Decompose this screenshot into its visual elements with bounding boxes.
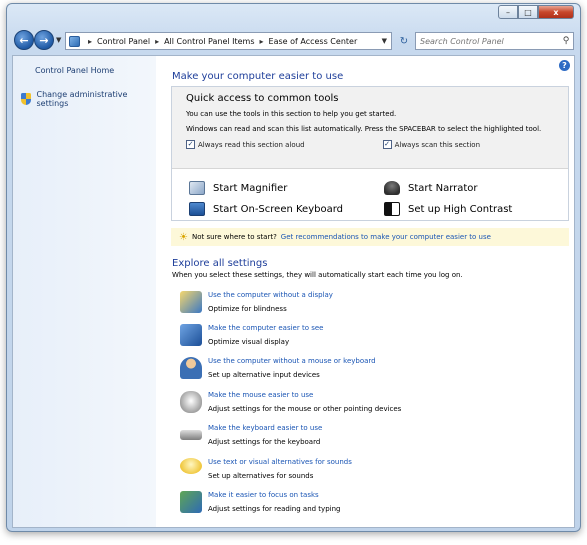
recommendation-bar: ☀ Not sure where to start? Get recommend… [171, 228, 569, 246]
chevron-right-icon[interactable]: ▸ [260, 37, 264, 46]
sidebar-item-admin-settings[interactable]: Change administrative settings [21, 90, 156, 108]
setting-description: Adjust settings for reading and typing [208, 505, 341, 513]
help-icon[interactable]: ? [559, 60, 570, 71]
quick-access-title: Quick access to common tools [186, 93, 339, 104]
breadcrumb-control-panel[interactable]: Control Panel [97, 37, 150, 46]
tool-label: Start Magnifier [213, 182, 288, 194]
chevron-right-icon[interactable]: ▸ [88, 37, 92, 46]
chevron-down-icon[interactable]: ▼ [382, 37, 391, 45]
minimize-button[interactable]: – [498, 5, 518, 19]
setting-link[interactable]: Make the keyboard easier to use [208, 424, 322, 432]
setting-link[interactable]: Make the computer easier to see [208, 324, 323, 332]
checkmark-icon[interactable]: ✓ [186, 140, 195, 149]
search-box[interactable]: ⚲ [415, 32, 574, 50]
back-button[interactable]: ← [14, 30, 34, 50]
setting-description: Adjust settings for the mouse or other p… [208, 405, 402, 413]
setting-description: Set up alternative input devices [208, 371, 320, 379]
lightbulb-icon: ☀ [179, 231, 188, 243]
setting-link[interactable]: Make it easier to focus on tasks [208, 491, 340, 499]
quick-access-panel: Quick access to common tools You can use… [171, 86, 569, 221]
caption-buttons: – □ x [498, 5, 574, 19]
tip-text: Not sure where to start? [191, 233, 277, 241]
setting-link[interactable]: Use text or visual alternatives for soun… [208, 458, 352, 466]
refresh-button[interactable]: ↻ [395, 32, 413, 50]
start-magnifier-button[interactable]: Start Magnifier [189, 181, 287, 195]
setting-keyboard-easier[interactable]: Make the keyboard easier to use Adjust s… [180, 424, 322, 446]
explore-description: When you select these settings, they wil… [172, 271, 463, 279]
setting-sound-alternatives[interactable]: Use text or visual alternatives for soun… [180, 458, 352, 480]
setting-without-display[interactable]: Use the computer without a display Optim… [180, 291, 333, 313]
forward-button[interactable]: → [34, 30, 54, 50]
setting-description: Adjust settings for the keyboard [208, 438, 321, 446]
person-icon [180, 357, 202, 379]
quick-access-header: Quick access to common tools You can use… [172, 87, 568, 169]
explore-title: Explore all settings [172, 258, 268, 269]
high-contrast-button[interactable]: Set up High Contrast [384, 202, 512, 216]
start-narrator-button[interactable]: Start Narrator [384, 181, 478, 195]
mouse-icon [180, 391, 202, 413]
quick-access-line-2: Windows can read and scan this list auto… [186, 125, 542, 133]
setting-description: Optimize for blindness [208, 305, 287, 313]
scan-label: Always scan this section [394, 140, 481, 149]
window: – □ x ← → ▼ ▸ Control Panel ▸ All Contro… [6, 3, 581, 532]
scan-checkbox[interactable]: ✓ Always scan this section [382, 140, 481, 149]
keyboard-icon [180, 430, 202, 440]
recent-pages-dropdown[interactable]: ▼ [56, 36, 61, 44]
control-panel-icon [69, 35, 80, 47]
setting-focus-on-tasks[interactable]: Make it easier to focus on tasks Adjust … [180, 491, 340, 513]
setting-link[interactable]: Make the mouse easier to use [208, 391, 401, 399]
navigation-bar: ← → ▼ ▸ Control Panel ▸ All Control Pane… [12, 28, 575, 54]
close-button[interactable]: x [538, 5, 574, 19]
display-icon [180, 291, 202, 313]
sidebar-item-home[interactable]: Control Panel Home [35, 66, 114, 75]
search-input[interactable] [416, 34, 559, 48]
breadcrumb-ease-of-access[interactable]: Ease of Access Center [269, 37, 358, 46]
back-arrow-icon: ← [19, 33, 29, 47]
setting-easier-to-see[interactable]: Make the computer easier to see Optimize… [180, 324, 323, 346]
setting-mouse-easier[interactable]: Make the mouse easier to use Adjust sett… [180, 391, 401, 413]
setting-description: Optimize visual display [208, 338, 290, 346]
sidebar-item-label: Change administrative settings [36, 90, 128, 108]
setting-without-mouse-keyboard[interactable]: Use the computer without a mouse or keyb… [180, 357, 376, 379]
high-contrast-icon [384, 202, 400, 216]
setting-link[interactable]: Use the computer without a display [208, 291, 333, 299]
setting-link[interactable]: Use the computer without a mouse or keyb… [208, 357, 376, 365]
shield-icon [21, 93, 32, 105]
narrator-icon [384, 181, 400, 195]
focus-icon [180, 491, 202, 513]
read-aloud-checkbox[interactable]: ✓ Always read this section aloud [186, 140, 305, 149]
monitor-icon [180, 324, 202, 346]
breadcrumb-all-items[interactable]: All Control Panel Items [164, 37, 254, 46]
speech-bubble-icon [180, 458, 202, 474]
start-on-screen-keyboard-button[interactable]: Start On-Screen Keyboard [189, 202, 343, 216]
checkmark-icon[interactable]: ✓ [382, 140, 392, 149]
maximize-button[interactable]: □ [518, 5, 538, 19]
sidebar: Control Panel Home Change administrative… [13, 56, 156, 527]
page-title: Make your computer easier to use [172, 71, 344, 82]
setting-description: Set up alternatives for sounds [208, 472, 314, 480]
refresh-icon: ↻ [399, 35, 409, 47]
search-icon[interactable]: ⚲ [559, 36, 573, 46]
on-screen-keyboard-icon [189, 202, 205, 216]
tool-label: Start On-Screen Keyboard [213, 203, 343, 215]
magnifier-icon [189, 181, 205, 195]
recommendations-link[interactable]: Get recommendations to make your compute… [281, 233, 491, 241]
chevron-right-icon[interactable]: ▸ [155, 37, 159, 46]
content-area: Control Panel Home Change administrative… [12, 55, 575, 528]
address-bar[interactable]: ▸ Control Panel ▸ All Control Panel Item… [65, 32, 392, 50]
quick-access-line-1: You can use the tools in this section to… [186, 110, 397, 118]
tool-label: Start Narrator [408, 182, 478, 194]
forward-arrow-icon: → [39, 33, 49, 47]
read-aloud-label: Always read this section aloud [198, 140, 305, 149]
checkbox-row: ✓ Always read this section aloud ✓ Alway… [186, 140, 554, 149]
tool-label: Set up High Contrast [408, 203, 513, 215]
